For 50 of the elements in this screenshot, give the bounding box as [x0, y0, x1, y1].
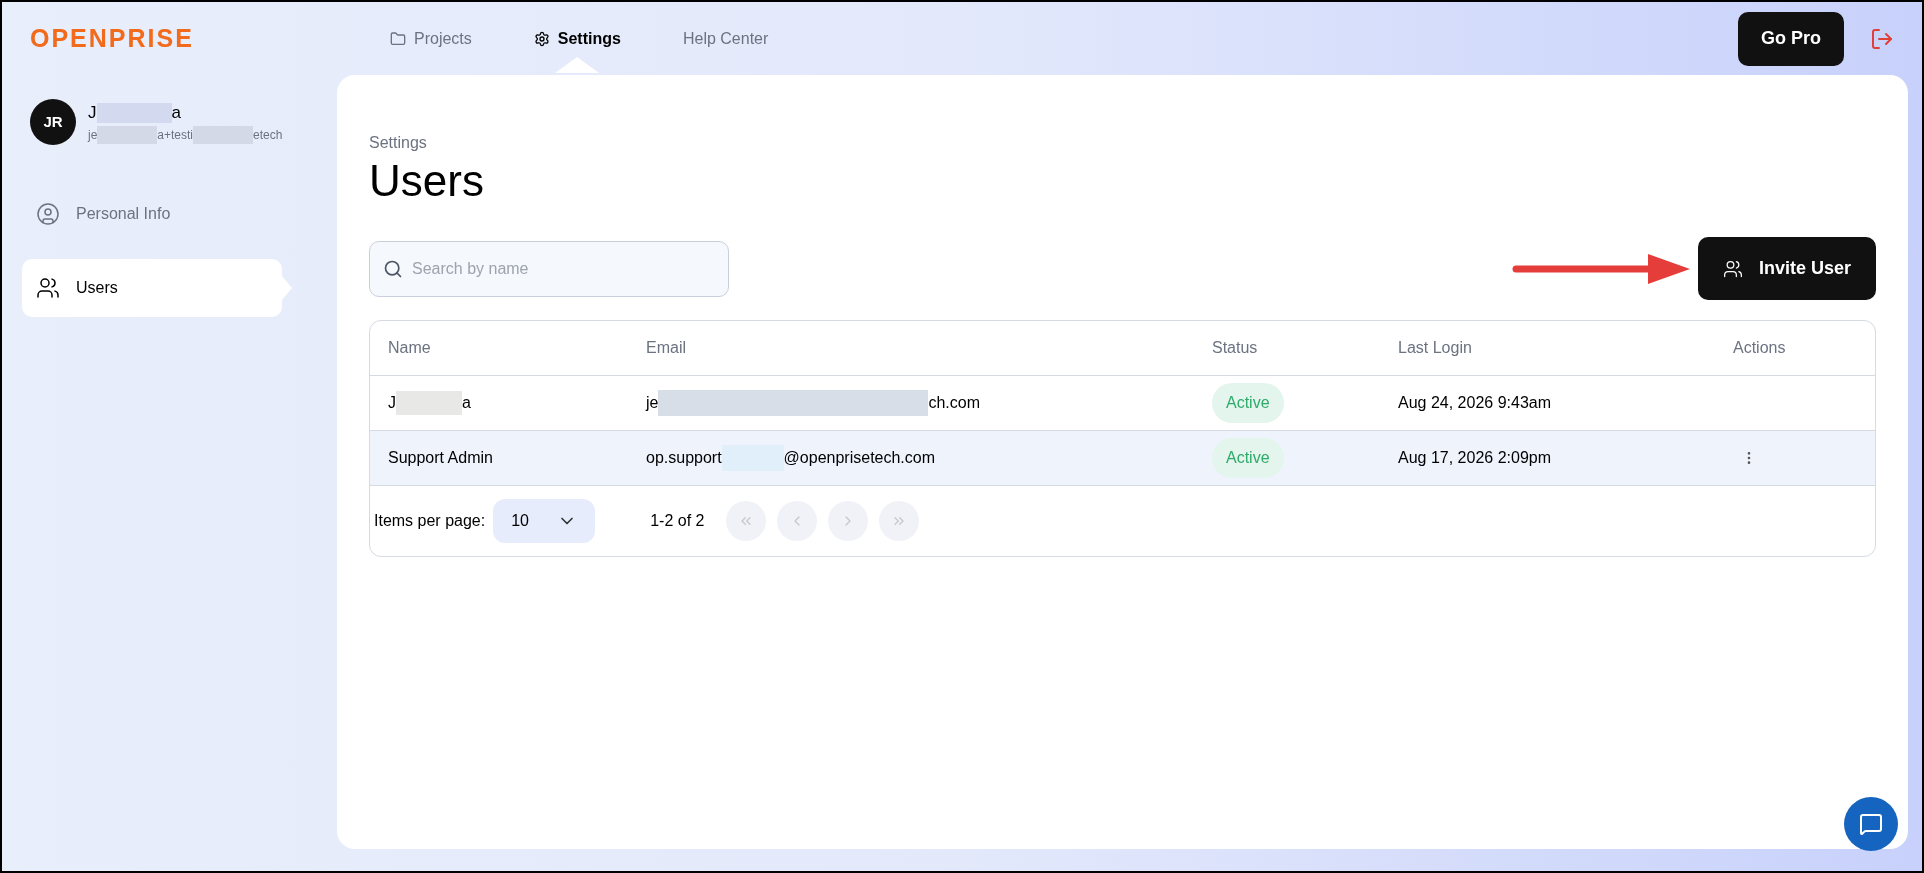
redaction-block — [396, 391, 462, 415]
breadcrumb: Settings — [369, 133, 427, 153]
page-size-select[interactable]: 10 — [493, 499, 596, 543]
avatar[interactable]: JR — [30, 99, 76, 145]
column-header: Email — [646, 339, 686, 356]
table-cell-text: ch.com — [928, 393, 981, 413]
go-pro-button[interactable]: Go Pro — [1738, 11, 1844, 66]
user-icon — [36, 202, 60, 226]
nav-tab[interactable]: Projects — [390, 26, 472, 51]
profile-name: J — [88, 102, 97, 125]
page-nav-button[interactable] — [879, 501, 920, 541]
search-field[interactable]: Search by name — [369, 240, 729, 297]
table-cell-text: Support Admin — [388, 448, 493, 468]
folder-icon — [390, 30, 406, 47]
page-title: Users — [369, 155, 484, 207]
profile-name: a — [171, 102, 181, 125]
column-header: Last Login — [1398, 339, 1472, 356]
page-range: 1-2 of 2 — [650, 511, 705, 531]
item-pointer — [282, 276, 292, 300]
profile-email: je — [88, 126, 98, 144]
profile-email: etech — [253, 126, 283, 144]
table-cell-text: op.support — [646, 448, 722, 468]
table-row[interactable]: Support Admin op.support @openprisetech.com Active Aug 17, 2026 2:09pm — [370, 431, 1875, 486]
users-icon — [36, 276, 60, 300]
nav-tab[interactable]: Help Center — [682, 26, 769, 51]
logout-icon[interactable] — [1870, 26, 1894, 51]
search-icon — [383, 258, 403, 279]
table-cell-text: J — [388, 393, 396, 413]
settings-icon — [533, 30, 550, 47]
sidebar-item[interactable]: Personal Info — [22, 185, 282, 243]
table-cell-text: je — [646, 393, 659, 413]
profile-email: a+testi — [157, 126, 194, 144]
page-nav-button[interactable] — [726, 501, 767, 541]
column-header: Actions — [1733, 339, 1786, 356]
status-badge: Active — [1212, 383, 1284, 423]
column-header: Name — [388, 339, 431, 356]
status-badge: Active — [1212, 438, 1284, 478]
chat-icon — [1859, 812, 1883, 836]
users-icon — [1722, 258, 1743, 279]
nav-tab[interactable]: Settings — [533, 26, 621, 51]
table-cell: Aug 24, 2026 9:43am — [1398, 394, 1551, 411]
invite-user-button[interactable]: Invite User — [1698, 237, 1876, 300]
column-header: Status — [1212, 339, 1258, 356]
items-per-page-label: Items per page: — [374, 511, 486, 531]
sidebar-item[interactable]: Users — [22, 259, 282, 317]
table-cell: Aug 17, 2026 2:09pm — [1398, 449, 1551, 466]
table-cell-text: a — [462, 393, 471, 413]
page-nav-button[interactable] — [777, 501, 818, 541]
page-nav-button[interactable] — [828, 501, 869, 541]
table-cell-text: @openprisetech.com — [783, 448, 936, 468]
